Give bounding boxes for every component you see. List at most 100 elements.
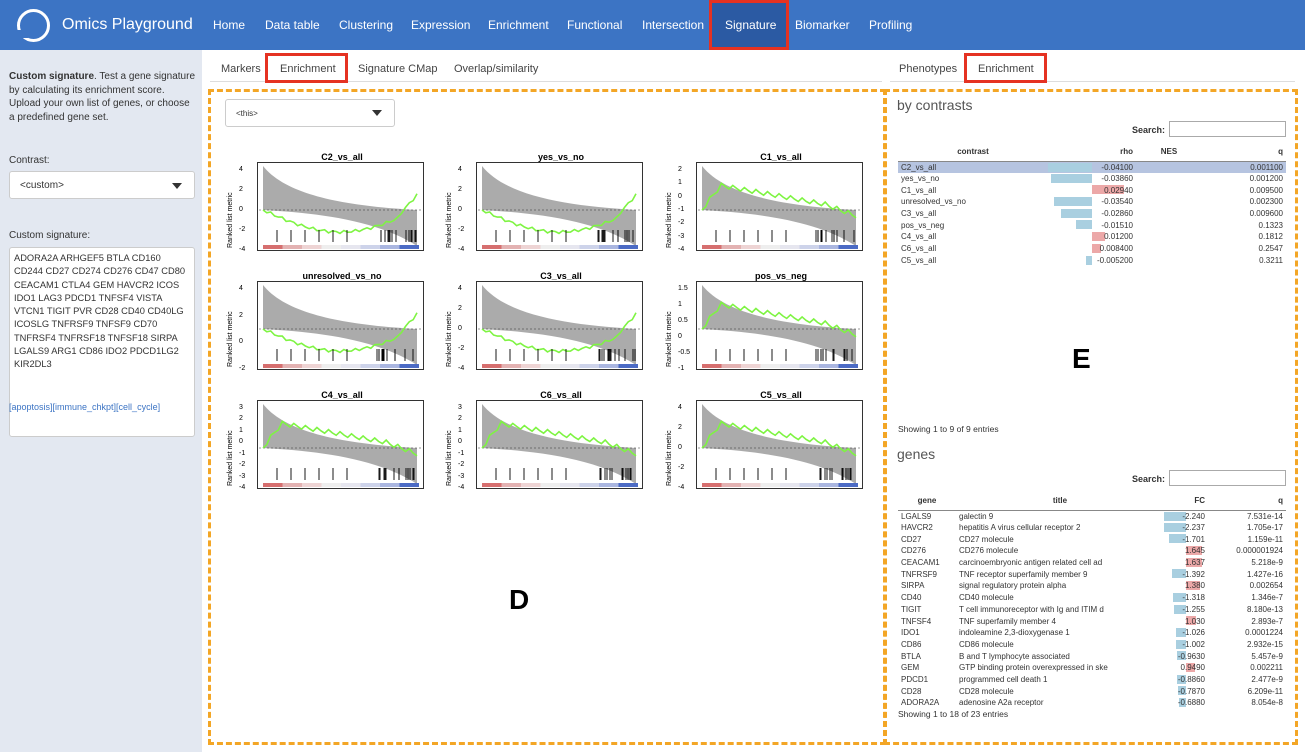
rank-color-bar [721, 483, 741, 487]
cell-contrast: pos_vs_neg [901, 220, 945, 230]
genes-search-input[interactable] [1169, 470, 1286, 486]
plot-ytick: -1 [678, 365, 685, 372]
plot-select[interactable]: <this> [225, 99, 395, 127]
cell-rho: -0.005200 [1096, 255, 1133, 265]
contrast-select[interactable]: <custom> [9, 171, 195, 199]
table-row[interactable]: CD27 CD27 molecule -1.701 1.159e-11 [898, 533, 1286, 545]
rank-color-bar [282, 483, 302, 487]
nav-functional[interactable]: Functional [567, 18, 622, 32]
cell-q: 0.2547 [1258, 244, 1283, 254]
table-row[interactable]: TNFRSF9 TNF receptor superfamily member 9… [898, 568, 1286, 580]
cell-contrast: unresolved_vs_no [901, 197, 966, 207]
table-row[interactable]: LGALS9 galectin 9 -2.240 7.531e-14 [898, 510, 1286, 522]
table-row[interactable]: C1_vs_all 0.02940 0.009500 [898, 184, 1286, 196]
preset-links[interactable]: [apoptosis][immune_chkpt][cell_cycle] [9, 402, 160, 412]
contrasts-search-input[interactable] [1169, 121, 1286, 137]
table-row[interactable]: HAVCR2 hepatitis A virus cellular recepto… [898, 522, 1286, 534]
table-row[interactable]: C4_vs_all 0.01200 0.1812 [898, 231, 1286, 243]
genes-table-scroll[interactable]: gene title FC q LGALS9 galectin 9 -2.240 7.… [898, 492, 1286, 707]
plot-ytick: -2 [458, 461, 465, 469]
col-q[interactable]: q [1202, 143, 1286, 162]
plot-ytick: 4 [239, 285, 243, 292]
rank-color-bar [780, 483, 800, 487]
cell-title: CD28 molecule [959, 686, 1014, 696]
table-row[interactable]: IDO1 indoleamine 2,3-dioxygenase 1 -1.026 0… [898, 627, 1286, 639]
cell-q: 0.002654 [1249, 581, 1283, 591]
table-row[interactable]: SIRPA signal regulatory protein alpha 1.38… [898, 580, 1286, 592]
cell-title: TNF receptor superfamily member 9 [959, 569, 1088, 579]
tab-right-enrichment[interactable]: Enrichment [978, 63, 1034, 75]
col-rho[interactable]: rho [1048, 143, 1136, 162]
cell-nes [1136, 219, 1202, 231]
table-row[interactable]: CD86 CD86 molecule -1.002 2.932e-15 [898, 639, 1286, 651]
plot-ytick: -4 [678, 484, 685, 491]
table-row[interactable]: ADORA2A adenosine A2a receptor -0.6880 8.05… [898, 697, 1286, 707]
intro-bold: Custom signature [9, 71, 95, 82]
col-fc[interactable]: FC [1164, 492, 1208, 511]
table-row[interactable]: pos_vs_neg -0.01510 0.1323 [898, 219, 1286, 231]
table-row[interactable]: C2_vs_all -0.04100 0.001100 [898, 161, 1286, 173]
table-row[interactable]: C5_vs_all -0.005200 0.3211 [898, 255, 1286, 267]
sidebar: Custom signature. Test a gene signature … [0, 50, 202, 752]
cell-q: 0.009500 [1249, 185, 1283, 195]
plot-ytick: 2 [458, 415, 462, 423]
cell-rho: 0.008400 [1099, 244, 1133, 254]
cell-title: signal regulatory protein alpha [959, 581, 1067, 591]
table-row[interactable]: TIGIT T cell immunoreceptor with Ig and I… [898, 604, 1286, 616]
nav-home[interactable]: Home [213, 18, 245, 32]
rank-color-bar [599, 245, 619, 249]
table-row[interactable]: yes_vs_no -0.03860 0.001200 [898, 173, 1286, 185]
nav-expression[interactable]: Expression [411, 18, 470, 32]
nav-data-table[interactable]: Data table [265, 18, 320, 32]
plot-ylabel: Ranked list metric [666, 430, 673, 486]
plot-ytick: 1 [458, 426, 462, 434]
cell-q: 8.180e-13 [1246, 604, 1283, 614]
col-nes[interactable]: NES [1136, 143, 1202, 162]
table-row[interactable]: C6_vs_all 0.008400 0.2547 [898, 243, 1286, 255]
table-row[interactable]: TNFSF4 TNF superfamily member 4 1.030 2.893… [898, 615, 1286, 627]
nav-biomarker[interactable]: Biomarker [795, 18, 850, 32]
cell-q: 1.427e-16 [1246, 569, 1283, 579]
tab-phenotypes[interactable]: Phenotypes [899, 63, 957, 75]
table-row[interactable]: PDCD1 programmed cell death 1 -0.8860 2.477… [898, 674, 1286, 686]
plot-ytick: -3 [458, 472, 465, 480]
table-row[interactable]: C3_vs_all -0.02860 0.009600 [898, 208, 1286, 220]
rank-color-bar [302, 483, 322, 487]
tab-enrichment[interactable]: Enrichment [280, 63, 336, 75]
enrichment-plot [696, 400, 863, 489]
col-title[interactable]: title [956, 492, 1164, 511]
col-gene[interactable]: gene [898, 492, 956, 511]
nav-enrichment[interactable]: Enrichment [488, 18, 549, 32]
table-row[interactable]: CD28 CD28 molecule -0.7870 6.209e-11 [898, 685, 1286, 697]
cell-q: 8.054e-8 [1251, 698, 1283, 707]
cell-fc: -1.701 [1182, 534, 1205, 544]
table-row[interactable]: GEM GTP binding protein overexpressed in … [898, 662, 1286, 674]
col-contrast[interactable]: contrast [898, 143, 1048, 162]
plot-ylabel: Ranked list metric [227, 192, 234, 248]
rank-color-bar [560, 245, 580, 249]
tab-markers[interactable]: Markers [221, 63, 261, 75]
table-row[interactable]: CD40 CD40 molecule -1.318 1.346e-7 [898, 592, 1286, 604]
plot-ytick: 3 [239, 404, 243, 411]
table-row[interactable]: CD276 CD276 molecule 1.645 0.000001924 [898, 545, 1286, 557]
rank-color-bar [618, 483, 638, 487]
cell-fc: -1.255 [1182, 604, 1205, 614]
nav-intersection[interactable]: Intersection [642, 18, 704, 32]
nav-clustering[interactable]: Clustering [339, 18, 393, 32]
nav-profiling[interactable]: Profiling [869, 18, 912, 32]
plot-title: pos_vs_neg [754, 271, 808, 281]
nav-signature[interactable]: Signature [725, 18, 776, 32]
table-row[interactable]: unresolved_vs_no -0.03540 0.002300 [898, 196, 1286, 208]
rank-color-bar [760, 364, 780, 368]
rank-color-bar [540, 245, 560, 249]
tab-signature-cmap[interactable]: Signature CMap [358, 63, 438, 75]
col-gq[interactable]: q [1208, 492, 1286, 511]
rho-bar [1086, 255, 1092, 265]
rank-color-bar [399, 364, 419, 368]
table-row[interactable]: CEACAM1 carcinoembryonic antigen related … [898, 557, 1286, 569]
table-row[interactable]: BTLA B and T lymphocyte associated -0.9630… [898, 650, 1286, 662]
plot-ytick: 1.5 [678, 285, 688, 292]
tab-overlap[interactable]: Overlap/similarity [454, 63, 538, 75]
panel-letter-d: D [509, 584, 530, 615]
plot-ytick: 0 [678, 444, 682, 451]
